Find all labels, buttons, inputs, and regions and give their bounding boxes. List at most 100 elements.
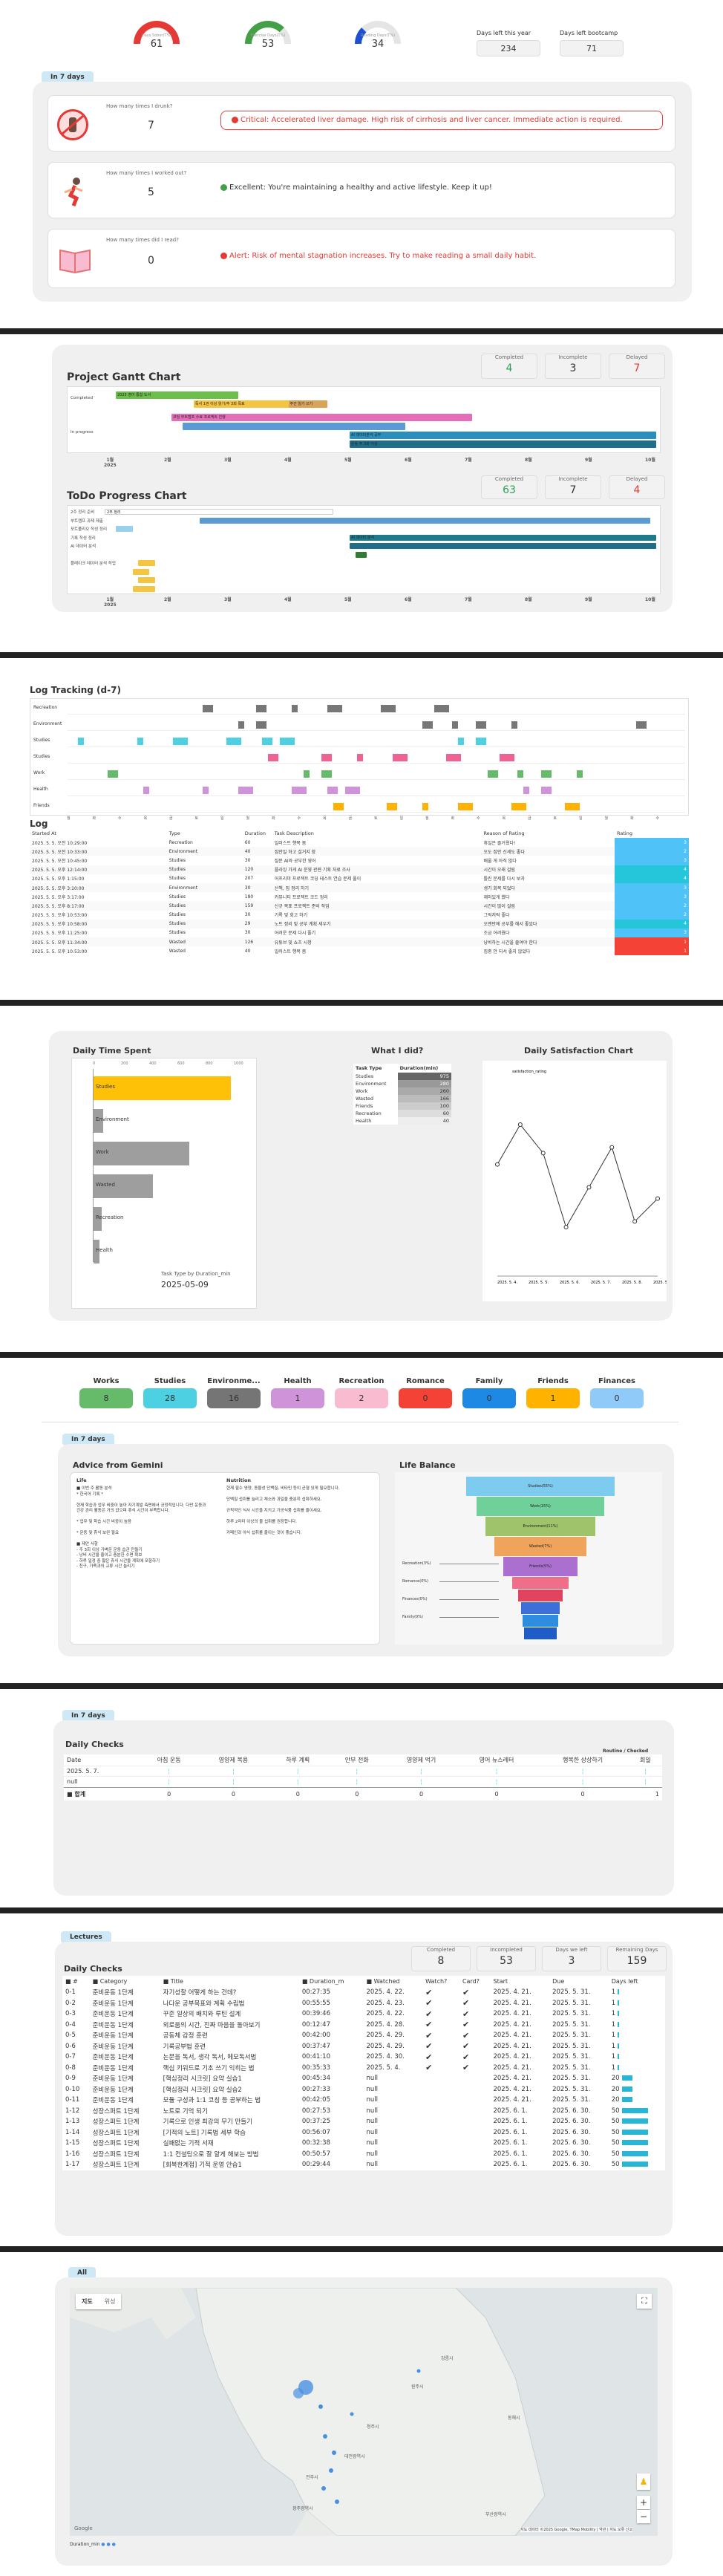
check-mark[interactable]: ✔: [422, 2052, 459, 2063]
track-block[interactable]: [488, 770, 498, 778]
lecture-row[interactable]: 1-17 성장스퍼트 1단계 [회복한계점] 기적 운영 안습1 00:29:44 nu…: [62, 2159, 665, 2170]
track-block[interactable]: [256, 705, 266, 712]
track-block[interactable]: [78, 738, 84, 745]
check-mark[interactable]: ✔: [459, 2020, 491, 2031]
time-bar[interactable]: Wasted: [94, 1174, 153, 1198]
track-block[interactable]: [577, 770, 583, 778]
col-header[interactable]: ■ Watched: [364, 1976, 423, 1987]
col-header[interactable]: Started At: [30, 829, 167, 838]
sat-point[interactable]: [655, 1196, 660, 1201]
check-mark[interactable]: ✔: [459, 1998, 491, 2009]
check-mark[interactable]: ✔: [422, 1987, 459, 1998]
gantt-bar[interactable]: [183, 423, 405, 430]
time-bar[interactable]: Environment: [94, 1109, 129, 1133]
lecture-row[interactable]: 0-5 준비운동 1단계 공동체 감정 훈련 00:42:00 2025. 4. 29.…: [62, 2030, 665, 2041]
sat-point[interactable]: [517, 1122, 523, 1127]
lecture-row[interactable]: 0-2 준비운동 1단계 나다운 공부목표와 계획 수립법 00:55:55 2025.…: [62, 1998, 665, 2009]
check-cell[interactable]: ¦: [269, 1777, 327, 1788]
track-block[interactable]: [292, 787, 307, 794]
track-block[interactable]: [517, 770, 523, 778]
col-header[interactable]: Task Description: [272, 829, 482, 838]
todo-bar[interactable]: [116, 526, 133, 532]
track-block[interactable]: [143, 787, 149, 794]
sat-point[interactable]: [586, 1185, 592, 1190]
lecture-row[interactable]: 0-6 준비운동 1단계 기록공부법 훈련 00:37:47 2025. 4. 29. ✔…: [62, 2041, 665, 2052]
log-row[interactable]: 2025. 5. 5. 오전 10:29:00 Recreation 60 일러스트 …: [30, 838, 689, 848]
col-header[interactable]: 안부 전화: [327, 1754, 386, 1766]
col-header[interactable]: ■ #: [62, 1976, 90, 1987]
check-mark[interactable]: [422, 2138, 459, 2149]
lecture-row[interactable]: 1-13 성장스퍼트 1단계 기록으로 인생 최강의 무기 만들기 00:37:25 n…: [62, 2116, 665, 2127]
track-block[interactable]: [108, 770, 118, 778]
log-row[interactable]: 2025. 5. 5. 오후 8:17:00 Studies 159 신규 목표 프로…: [30, 901, 689, 911]
check-row[interactable]: null ¦ ¦ ¦ ¦ ¦ ¦ ¦ ¦: [64, 1776, 662, 1788]
track-block[interactable]: [523, 787, 529, 794]
check-mark[interactable]: [459, 2159, 491, 2170]
category-tile[interactable]: Studies 28: [138, 1377, 202, 1408]
track-block[interactable]: [446, 754, 461, 761]
check-cell[interactable]: ¦: [327, 1777, 386, 1788]
log-row[interactable]: 2025. 5. 5. 오전 10:33:00 Environment 40 집안일 …: [30, 847, 689, 856]
todo-bar[interactable]: [138, 577, 155, 583]
col-header[interactable]: Start: [490, 1976, 549, 1987]
check-mark[interactable]: [422, 2095, 459, 2106]
check-mark[interactable]: [422, 2159, 459, 2170]
todo-bar[interactable]: 2주 정리: [105, 509, 333, 515]
log-row[interactable]: 2025. 5. 5. 오후 1:15:00 Studies 207 어프리미 프로젝…: [30, 874, 689, 883]
track-block[interactable]: [203, 705, 213, 712]
check-mark[interactable]: [459, 2073, 491, 2084]
lecture-row[interactable]: 0-8 준비운동 1단계 핵심 키워드로 기초 쓰기 익히는 법 00:35:33 20…: [62, 2063, 665, 2074]
track-block[interactable]: [327, 787, 338, 794]
check-mark[interactable]: ✔: [459, 2052, 491, 2063]
time-bar[interactable]: Studies: [94, 1076, 232, 1100]
track-block[interactable]: [321, 770, 332, 778]
check-cell[interactable]: ¦: [140, 1766, 198, 1777]
time-bar[interactable]: Work: [94, 1142, 190, 1165]
check-mark[interactable]: [422, 2073, 459, 2084]
funnel-segment[interactable]: Studies(55%): [466, 1477, 615, 1496]
check-cell[interactable]: ¦: [387, 1766, 457, 1777]
check-cell[interactable]: ¦: [457, 1777, 537, 1788]
check-mark[interactable]: ✔: [459, 2063, 491, 2074]
track-block[interactable]: [203, 787, 209, 794]
check-cell[interactable]: ¦: [327, 1766, 386, 1777]
track-block[interactable]: [422, 803, 428, 810]
log-row[interactable]: 2025. 5. 5. 오후 11:25:00 Studies 30 어려운 문제 다…: [30, 928, 689, 938]
check-mark[interactable]: ✔: [422, 2041, 459, 2052]
category-tile[interactable]: Recreation 2: [330, 1377, 393, 1408]
check-mark[interactable]: [422, 2106, 459, 2117]
check-cell[interactable]: ¦: [198, 1777, 268, 1788]
log-row[interactable]: 2025. 5. 5. 오후 11:34:00 Wasted 126 유튜브 및 쇼츠…: [30, 937, 689, 947]
todo-bar[interactable]: [350, 543, 656, 549]
category-tile[interactable]: Health 1: [266, 1377, 330, 1408]
check-mark[interactable]: [422, 2149, 459, 2160]
col-header[interactable]: 회일: [629, 1754, 662, 1766]
check-cell[interactable]: ¦: [387, 1777, 457, 1788]
col-header[interactable]: Card?: [459, 1976, 491, 1987]
track-block[interactable]: [262, 738, 272, 745]
todo-bar[interactable]: [132, 568, 149, 575]
log-row[interactable]: 2025. 5. 5. 오후 12:14:00 Studies 120 플라잉 가게 …: [30, 865, 689, 874]
gantt-bar[interactable]: 운동 주 3회 이상: [350, 440, 656, 448]
sat-point[interactable]: [495, 1162, 500, 1167]
sat-point[interactable]: [632, 1219, 638, 1224]
track-block[interactable]: [565, 803, 580, 810]
funnel-segment[interactable]: Work(15%): [477, 1497, 604, 1516]
sat-point[interactable]: [609, 1145, 615, 1150]
lecture-row[interactable]: 1-14 성장스퍼트 1단계 [기적의 노트] 기록법 세부 학습 00:56:07 n…: [62, 2127, 665, 2138]
lecture-row[interactable]: 0-1 준비운동 1단계 자기성찰 어떻게 하는 건데? 00:27:35 2025. …: [62, 1987, 665, 1998]
lecture-row[interactable]: 1-12 성장스퍼트 1단계 노트로 기억 되기 00:27:53 null 2025. …: [62, 2106, 665, 2117]
track-block[interactable]: [137, 738, 143, 745]
lecture-row[interactable]: 0-3 준비운동 1단계 꾸준 일상의 배치와 루틴 설계 00:39:46 2025.…: [62, 2009, 665, 2020]
check-cell[interactable]: ¦: [537, 1777, 628, 1788]
check-cell[interactable]: ¦: [140, 1777, 198, 1788]
lecture-row[interactable]: 0-7 준비운동 1단계 논문을 독서, 생각 독서, 메모독서법 00:41:10 2…: [62, 2052, 665, 2063]
track-block[interactable]: [345, 787, 360, 794]
check-mark[interactable]: ✔: [422, 2020, 459, 2031]
col-header[interactable]: Rating: [615, 829, 689, 838]
log-row[interactable]: 2025. 5. 5. 오후 10:53:00 Studies 30 기록 및 회고 …: [30, 910, 689, 920]
check-mark[interactable]: [459, 2138, 491, 2149]
col-header[interactable]: ■ Duration_m: [299, 1976, 364, 1987]
track-block[interactable]: [327, 705, 342, 712]
gantt-bar[interactable]: 주간 일기 쓰기: [288, 400, 327, 408]
